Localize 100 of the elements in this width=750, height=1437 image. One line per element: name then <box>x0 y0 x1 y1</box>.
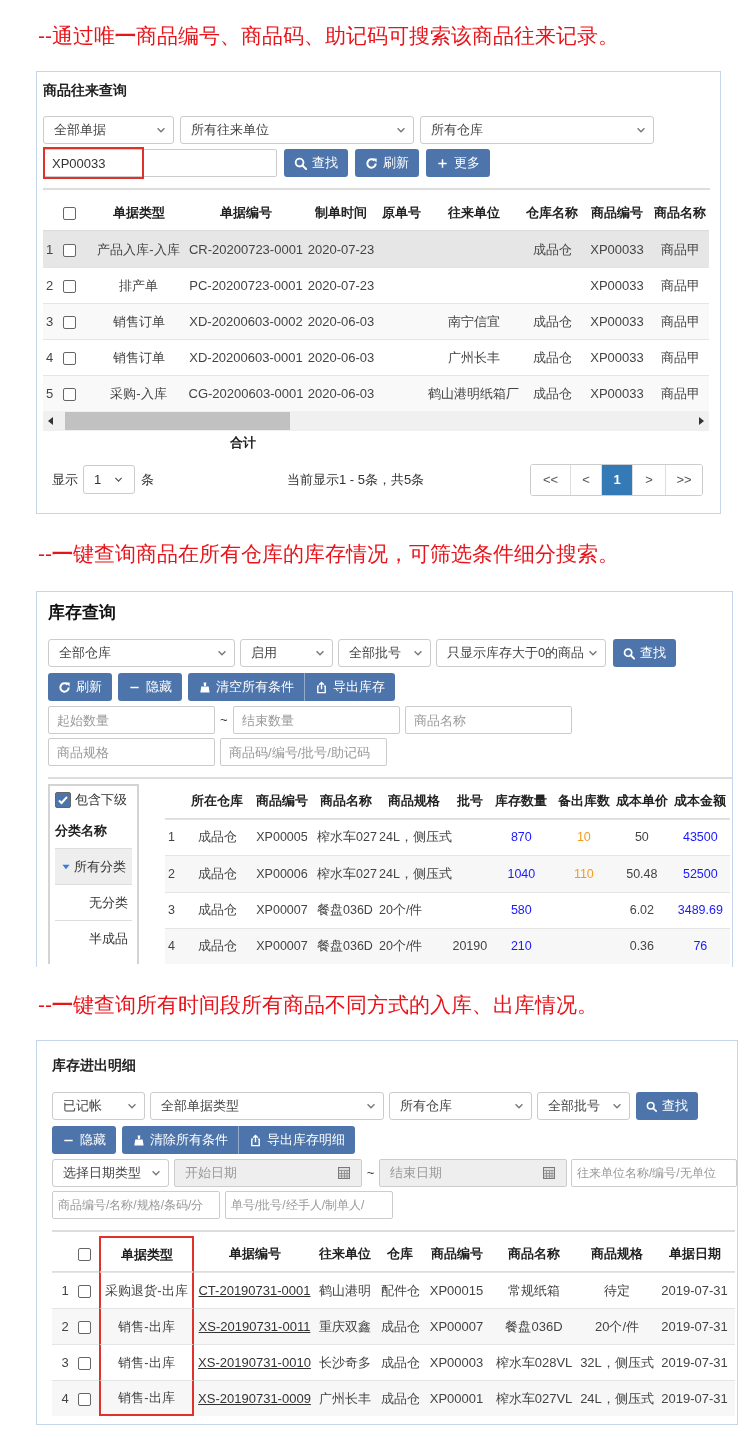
input-field[interactable]: 单号/批号/经手人/制单人/ <box>225 1191 393 1219</box>
table-row[interactable]: 3 销售订单 XD-20200603-0002 2020-06-03 南宁信宜 成品仓 XP00033 商品甲 <box>43 303 709 339</box>
document-link[interactable]: XS-20190731-0010 <box>198 1354 311 1370</box>
range-separator: ~ <box>220 711 228 730</box>
search-icon <box>623 646 635 660</box>
table-cell: 榨水车027VL <box>488 1380 580 1416</box>
input-field[interactable]: 往来单位名称/编号/无单位 <box>571 1159 737 1187</box>
table-cell: 商品甲 <box>651 267 709 303</box>
column-header: 备出库数 <box>554 784 613 820</box>
button[interactable]: 查找 <box>284 149 348 177</box>
table-cell: 商品甲 <box>651 339 709 375</box>
dropdown[interactable]: 已记帐 <box>52 1092 145 1120</box>
table-cell: 鹤山港明 <box>315 1272 375 1308</box>
table-cell: 52500 <box>670 855 730 892</box>
button[interactable]: 导出库存明细 <box>238 1126 355 1154</box>
checkbox[interactable] <box>63 351 76 365</box>
table-cell: XP00007 <box>249 927 315 964</box>
checkbox[interactable] <box>78 1320 91 1334</box>
input-field[interactable]: 商品规格 <box>48 738 215 766</box>
refresh-icon <box>365 156 378 170</box>
checkbox[interactable] <box>63 243 76 257</box>
table-cell: 常规纸箱 <box>488 1272 580 1308</box>
button[interactable]: 刷新 <box>355 149 419 177</box>
page-size-dropdown[interactable]: 1 <box>83 465 135 494</box>
dropdown[interactable]: 全部仓库 <box>48 639 235 667</box>
button[interactable]: 隐藏 <box>52 1126 116 1154</box>
table-cell: CR-20200723-0001 <box>186 231 306 267</box>
row-number: 2 <box>165 855 185 892</box>
input-field[interactable]: 起始数量 <box>48 706 215 734</box>
table-cell: 2019-07-31 <box>654 1380 735 1416</box>
checkbox[interactable] <box>63 207 76 221</box>
checkbox[interactable] <box>55 792 71 808</box>
column-header: 单据日期 <box>654 1236 735 1272</box>
dropdown[interactable]: 全部批号 <box>338 639 431 667</box>
table-cell: XP00005 <box>249 819 315 856</box>
dropdown[interactable]: 所有仓库 <box>389 1092 532 1120</box>
checkbox[interactable] <box>78 1284 91 1298</box>
button[interactable]: 更多 <box>426 149 490 177</box>
table-cell: 2020-06-03 <box>306 303 376 339</box>
page-button[interactable]: 1 <box>601 464 632 495</box>
column-header: 往来单位 <box>315 1236 375 1272</box>
scroll-left-icon[interactable] <box>47 417 55 425</box>
column-header: 商品名称 <box>315 784 377 820</box>
table-row[interactable]: 1 产品入库-入库 CR-20200723-0001 2020-07-23 成品仓 XP00033 商品甲 <box>43 231 709 267</box>
scroll-right-icon[interactable] <box>697 417 705 425</box>
button[interactable]: 查找 <box>613 639 676 667</box>
checkbox[interactable] <box>78 1356 91 1370</box>
dropdown[interactable]: 所有仓库 <box>420 116 654 144</box>
scrollbar[interactable] <box>43 411 709 431</box>
tree-item[interactable]: 所有分类 <box>55 848 132 884</box>
dropdown[interactable]: 启用 <box>240 639 333 667</box>
checkbox[interactable] <box>63 315 76 329</box>
tree-item[interactable]: 半成品 <box>55 920 132 956</box>
dropdown[interactable]: 只显示库存大于0的商品 <box>436 639 606 667</box>
dropdown[interactable]: 所有往来单位 <box>180 116 414 144</box>
table-cell: 成品仓 <box>375 1380 425 1416</box>
input-field[interactable]: 结束数量 <box>232 706 400 734</box>
table-cell: 南宁信宜 <box>426 303 521 339</box>
checkbox[interactable] <box>78 1247 91 1261</box>
document-link[interactable]: XS-20190731-0011 <box>198 1318 311 1334</box>
range-separator: ~ <box>366 1164 375 1183</box>
label: 显示 <box>52 470 78 489</box>
caption: --通过唯一商品编号、商品码、助记码可搜索该商品往来记录。 <box>38 22 619 49</box>
table-cell: 20个/件 <box>377 891 452 928</box>
upload-icon <box>315 680 328 694</box>
button[interactable]: 隐藏 <box>118 673 182 701</box>
table-cell: 2020-07-23 <box>306 267 376 303</box>
table-cell: 待定 <box>580 1272 654 1308</box>
dropdown[interactable]: 全部单据 <box>43 116 174 144</box>
document-link[interactable]: XS-20190731-0009 <box>198 1390 311 1406</box>
table-cell: 销售订单 <box>91 339 186 375</box>
table-cell: 1040 <box>487 855 555 892</box>
table-cell: 餐盘036D <box>315 927 377 964</box>
input-field[interactable]: 商品码/编号/批号/助记码 <box>220 738 387 766</box>
table-cell: 2019-07-31 <box>654 1308 735 1344</box>
button[interactable]: 清除所有条件 <box>122 1126 238 1154</box>
label: 条 <box>141 470 154 489</box>
input-field[interactable]: 商品名称 <box>404 706 572 734</box>
page-button[interactable]: >> <box>665 464 702 495</box>
checkbox[interactable] <box>63 279 76 293</box>
input-field[interactable]: 商品编号/名称/规格/条码/分 <box>52 1191 220 1219</box>
dropdown[interactable]: 全部批号 <box>537 1092 630 1120</box>
calendar-icon <box>336 1166 351 1180</box>
table-cell: 商品甲 <box>651 231 709 267</box>
document-link[interactable]: CT-20190731-0001 <box>198 1282 311 1298</box>
button[interactable]: 刷新 <box>48 673 112 701</box>
dropdown[interactable]: 选择日期类型 <box>52 1159 169 1187</box>
button[interactable]: 清空所有条件 <box>188 673 304 701</box>
table-cell: 32L，侧压式 <box>580 1344 654 1380</box>
dropdown[interactable]: 全部单据类型 <box>150 1092 384 1120</box>
table-row[interactable]: 5 采购-入库 CG-20200603-0001 2020-06-03 鹤山港明纸箱厂 成品仓 XP00033 商品甲 <box>43 375 709 411</box>
input-field[interactable]: XP00033 <box>43 149 277 177</box>
table-cell: 销售订单 <box>91 303 186 339</box>
caption: --一键查询所有时间段所有商品不同方式的入库、出库情况。 <box>38 991 598 1018</box>
button[interactable]: 导出库存 <box>304 673 395 701</box>
button[interactable]: 查找 <box>636 1092 698 1120</box>
table-cell: PC-20200723-0001 <box>186 267 306 303</box>
tree-item[interactable]: 无分类 <box>55 884 132 920</box>
checkbox[interactable] <box>63 387 76 401</box>
checkbox[interactable] <box>78 1392 91 1406</box>
